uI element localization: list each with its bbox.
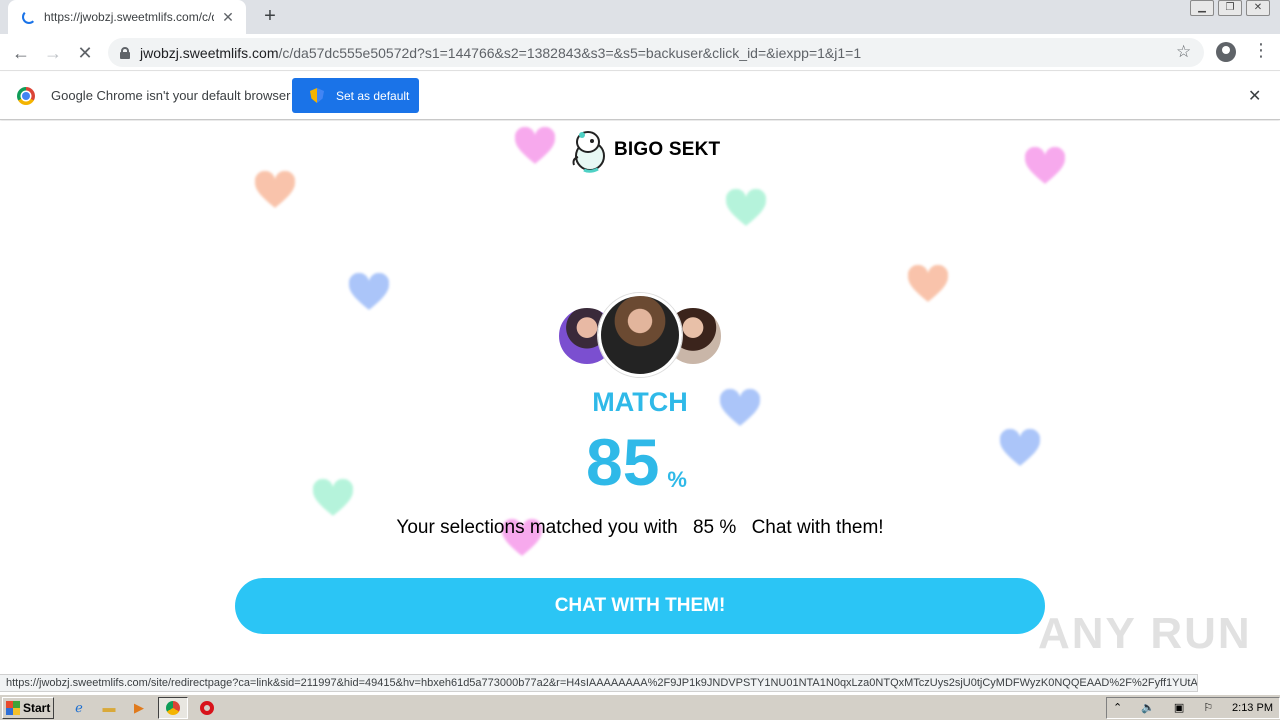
brand-name: BIGO SEKT (614, 139, 721, 160)
infobar-close-icon[interactable]: ✕ (1248, 86, 1261, 106)
url-path: /c/da57dc555e50572d?s1=144766&s2=1382843… (278, 44, 862, 61)
stop-icon[interactable]: ✕ (72, 40, 98, 66)
start-label: Start (23, 700, 51, 715)
chrome-logo-icon (17, 87, 35, 105)
set-as-default-label: Set as default (336, 88, 410, 103)
tab-close-icon[interactable]: ✕ (220, 9, 236, 26)
volume-icon[interactable]: 🔈 (1141, 701, 1155, 714)
infobar-text: Google Chrome isn't your default browser (51, 88, 291, 103)
match-description-suffix: Chat with them! (751, 517, 884, 538)
match-percent-sign: % (667, 467, 687, 492)
network-icon[interactable]: ▣ (1174, 701, 1184, 714)
tab-strip: https://jwobzj.sweetmlifs.com/c/da57 ✕ +… (0, 0, 1280, 34)
flag-icon[interactable]: ⚐ (1203, 701, 1213, 714)
match-percent-value: 85 (586, 425, 660, 499)
status-bar-url: https://jwobzj.sweetmlifs.com/site/redir… (0, 674, 1198, 692)
page-content: BIGO SEKT MATCH 85 % Your selections mat… (0, 121, 1280, 672)
chrome-icon[interactable] (158, 696, 188, 719)
avatar (598, 293, 682, 377)
star-icon[interactable]: ☆ (1176, 42, 1191, 62)
mascot-icon (572, 131, 605, 173)
taskbar: Start ℯ ▬ ▶ ⌃ 🔈 ▣ ⚐ 2:13 PM (0, 694, 1280, 720)
heart-icon (312, 478, 354, 519)
heart-icon (514, 126, 556, 167)
brand-logo: BIGO SEKT (568, 127, 720, 173)
match-label: MATCH (592, 387, 688, 417)
default-browser-infobar: Google Chrome isn't your default browser… (0, 72, 1280, 120)
match-description-value: 85 % (692, 517, 737, 538)
shield-icon (310, 88, 324, 103)
lock-icon (120, 46, 130, 59)
new-tab-button[interactable]: + (258, 4, 282, 28)
match-percent: 85 % (586, 427, 687, 497)
spinner-icon (22, 10, 36, 24)
tray-expand-icon[interactable]: ⌃ (1113, 701, 1122, 714)
window-close-button[interactable]: ✕ (1246, 0, 1270, 16)
window-controls: ▁ ❐ ✕ (1190, 0, 1270, 16)
heart-icon (999, 428, 1041, 469)
start-button[interactable]: Start (2, 696, 54, 719)
heart-icon (348, 272, 390, 313)
url-host: jwobzj.sweetmlifs.com (140, 44, 279, 61)
heart-icon (1024, 146, 1066, 187)
browser-toolbar: ← → ✕ jwobzj.sweetmlifs.com/c/da57dc555e… (0, 34, 1280, 71)
heart-icon (254, 170, 296, 211)
heart-icon (907, 264, 949, 305)
profile-icon[interactable] (1216, 42, 1236, 62)
clock: 2:13 PM (1232, 701, 1273, 714)
windows-flag-icon (6, 700, 20, 715)
match-description-prefix: Your selections matched you with (396, 517, 678, 538)
set-as-default-button[interactable]: Set as default (292, 78, 419, 113)
tab-title: https://jwobzj.sweetmlifs.com/c/da57 (44, 10, 214, 24)
media-icon[interactable]: ▶ (128, 697, 150, 719)
heart-icon (725, 188, 767, 229)
forward-icon[interactable]: → (40, 40, 66, 66)
browser-tab[interactable]: https://jwobzj.sweetmlifs.com/c/da57 ✕ (8, 0, 246, 34)
match-description: Your selections matched you with 85 % Ch… (0, 517, 1280, 539)
system-tray: ⌃ 🔈 ▣ ⚐ 2:13 PM (1106, 696, 1280, 719)
restore-button[interactable]: ❐ (1218, 0, 1242, 16)
matched-avatars (556, 293, 726, 379)
menu-icon[interactable]: ⋮ (1252, 40, 1270, 61)
opera-icon[interactable] (196, 697, 218, 719)
address-bar[interactable]: jwobzj.sweetmlifs.com/c/da57dc555e50572d… (108, 38, 1204, 67)
ie-icon[interactable]: ℯ (68, 697, 90, 719)
minimize-button[interactable]: ▁ (1190, 0, 1214, 16)
back-icon[interactable]: ← (8, 40, 34, 66)
url-text: jwobzj.sweetmlifs.com/c/da57dc555e50572d… (140, 45, 861, 61)
chat-with-them-button[interactable]: CHAT WITH THEM! (235, 578, 1045, 634)
folder-icon[interactable]: ▬ (98, 697, 120, 719)
watermark: ANY RUN (1038, 609, 1252, 658)
